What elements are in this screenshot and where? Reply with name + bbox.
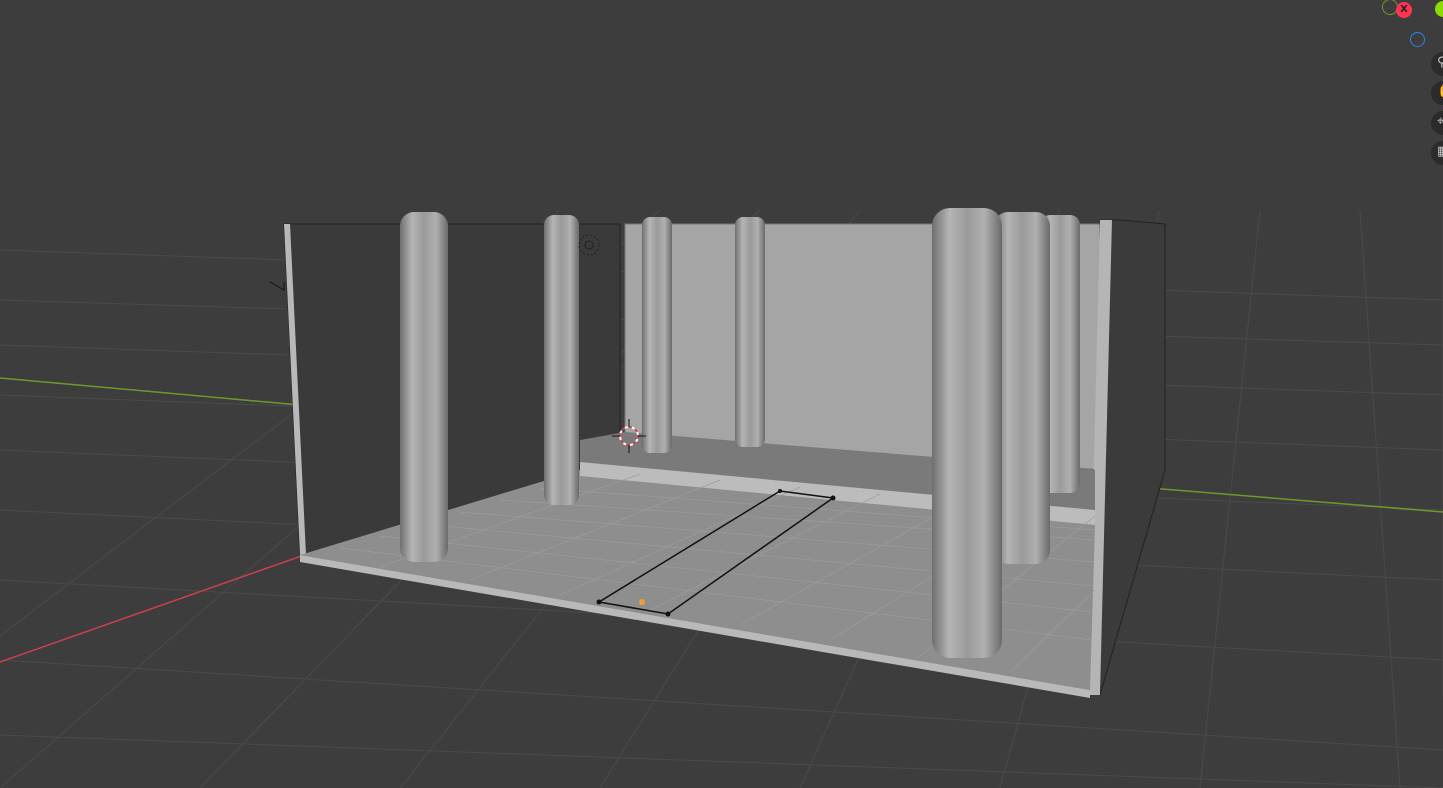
scene-canvas[interactable] xyxy=(0,0,1443,788)
vertex[interactable] xyxy=(596,599,602,605)
3d-viewport[interactable]: X ⚲ ✋ ⌖ ▦ xyxy=(0,0,1443,788)
column[interactable] xyxy=(544,215,579,505)
column[interactable] xyxy=(400,212,448,562)
column[interactable] xyxy=(642,217,672,453)
perspective-grid-icon: ▦ xyxy=(1437,144,1443,159)
camera-icon[interactable] xyxy=(269,281,285,291)
navigation-gizmo[interactable]: X xyxy=(1375,0,1443,50)
camera-icon: ⌖ xyxy=(1437,114,1443,129)
z-axis-ball[interactable] xyxy=(1410,32,1425,47)
object-origin[interactable] xyxy=(639,599,645,605)
zoom-icon: ⚲ xyxy=(1437,55,1443,70)
column[interactable] xyxy=(994,212,1050,564)
y-axis-ball[interactable] xyxy=(1435,1,1443,17)
vertex[interactable] xyxy=(830,495,836,501)
orbit-hand-icon: ✋ xyxy=(1437,84,1443,99)
x-axis-ball[interactable]: X xyxy=(1396,2,1412,18)
vertex[interactable] xyxy=(665,611,671,617)
column[interactable] xyxy=(735,217,765,447)
vertex[interactable] xyxy=(778,489,782,493)
column[interactable] xyxy=(932,208,1002,658)
